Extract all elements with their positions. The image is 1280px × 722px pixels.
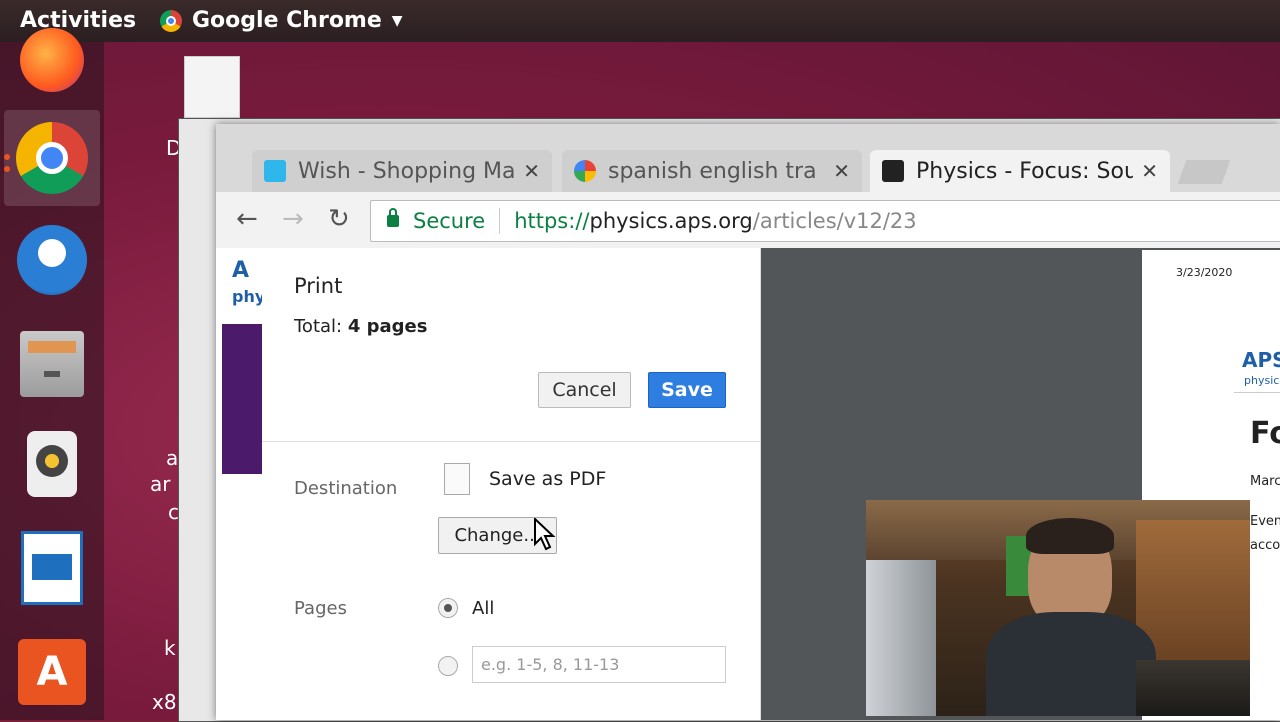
tab-physics[interactable]: Physics - Focus: Sou ✕ [870, 150, 1170, 192]
print-dialog: Print Total: 4 pages Cancel Save Destina… [262, 248, 761, 720]
caret-down-icon: ▼ [391, 12, 403, 29]
file-cabinet-icon [20, 331, 84, 397]
desktop-label-fragment: a [166, 446, 179, 470]
url-scheme: https:// [514, 209, 590, 233]
desktop-label-fragment: x8 [152, 690, 177, 714]
desktop-file-icon[interactable] [184, 56, 240, 118]
dock-files[interactable] [14, 326, 90, 402]
back-arrow-icon[interactable]: ← [236, 204, 258, 234]
firefox-icon [20, 28, 84, 92]
tab-title: spanish english tra [608, 158, 817, 184]
running-indicator [4, 166, 10, 172]
speaker-icon [27, 431, 77, 497]
google-icon [574, 160, 596, 182]
dock-rhythmbox[interactable] [14, 426, 90, 502]
preview-logo: APS [1242, 348, 1280, 372]
total-value: 4 pages [347, 316, 428, 337]
divider [262, 441, 760, 442]
chrome-icon [160, 9, 182, 32]
close-icon[interactable]: ✕ [523, 159, 540, 183]
tab-wish[interactable]: Wish - Shopping Ma ✕ [252, 150, 552, 192]
webcam-equipment [866, 560, 936, 716]
new-tab-button[interactable] [1177, 160, 1231, 184]
app-menu-label: Google Chrome [192, 8, 382, 33]
tab-google[interactable]: spanish english tra ✕ [562, 150, 862, 192]
tab-title: Physics - Focus: Sou [916, 158, 1134, 184]
top-bar: Activities Google Chrome ▼ [0, 0, 1280, 42]
preview-text: acco [1250, 538, 1280, 553]
save-button[interactable]: Save [648, 372, 726, 408]
cancel-button[interactable]: Cancel [538, 372, 631, 408]
dock-firefox[interactable] [14, 22, 90, 98]
physics-icon [882, 160, 904, 182]
preview-byline: Marc [1250, 474, 1280, 489]
webcam-overlay [866, 500, 1250, 716]
destination-label: Destination [294, 478, 398, 499]
toolbar: ← → ↻ Secure https:// physics.aps.org /a… [216, 192, 1280, 249]
mouse-cursor-icon [534, 518, 556, 551]
document-icon [21, 531, 83, 605]
desktop-label-fragment: ar [150, 472, 171, 496]
dock-chrome[interactable] [4, 110, 100, 206]
chrome-icon [16, 122, 88, 194]
pages-label: Pages [294, 598, 347, 619]
secure-label: Secure [413, 209, 486, 233]
divider [499, 208, 501, 234]
url-host: physics.aps.org [589, 209, 753, 233]
webcam-person-body [986, 612, 1156, 716]
dock-software[interactable]: A [14, 634, 90, 710]
pages-all-radio[interactable] [438, 598, 458, 618]
shopping-bag-icon: A [18, 639, 86, 705]
pdf-file-icon [444, 463, 470, 495]
divider [1234, 392, 1280, 393]
logo-fragment: A [232, 258, 250, 283]
preview-logo-sub: physic [1244, 374, 1280, 387]
reload-icon[interactable]: ↻ [328, 204, 350, 234]
close-icon[interactable]: ✕ [833, 159, 850, 183]
aps-logo: A phy [232, 258, 265, 308]
pages-range-input[interactable]: e.g. 1-5, 8, 11-13 [472, 646, 726, 683]
pages-custom-radio[interactable] [438, 656, 458, 676]
thunderbird-icon [17, 225, 87, 295]
url-path: /articles/v12/23 [752, 209, 917, 233]
running-indicator [4, 154, 10, 160]
close-icon[interactable]: ✕ [1141, 159, 1158, 183]
webcam-foreground [1136, 660, 1250, 716]
wish-icon [264, 160, 286, 182]
webcam-person-hair [1026, 518, 1114, 554]
dock-libreoffice-writer[interactable] [14, 530, 90, 606]
address-bar[interactable]: Secure https:// physics.aps.org /article… [370, 200, 1280, 242]
dock: A [0, 28, 104, 720]
forward-arrow-icon[interactable]: → [282, 204, 304, 234]
preview-heading: Fo [1250, 416, 1280, 451]
dock-thunderbird[interactable] [14, 222, 90, 298]
tab-strip: Wish - Shopping Ma ✕ spanish english tra… [216, 124, 1280, 192]
tab-title: Wish - Shopping Ma [298, 158, 516, 184]
page-total: Total: 4 pages [294, 316, 427, 337]
preview-text: Even [1250, 514, 1280, 529]
logo-sub: phy [232, 287, 266, 306]
app-menu[interactable]: Google Chrome ▼ [160, 8, 403, 33]
webcam-wall [1136, 520, 1250, 660]
dialog-title: Print [294, 274, 343, 298]
preview-date: 3/23/2020 [1176, 266, 1233, 279]
lock-icon [387, 208, 399, 227]
desktop-label-fragment: k [164, 636, 176, 660]
pages-all-label: All [472, 598, 495, 619]
destination-value: Save as PDF [489, 468, 607, 490]
total-prefix: Total: [294, 316, 348, 337]
